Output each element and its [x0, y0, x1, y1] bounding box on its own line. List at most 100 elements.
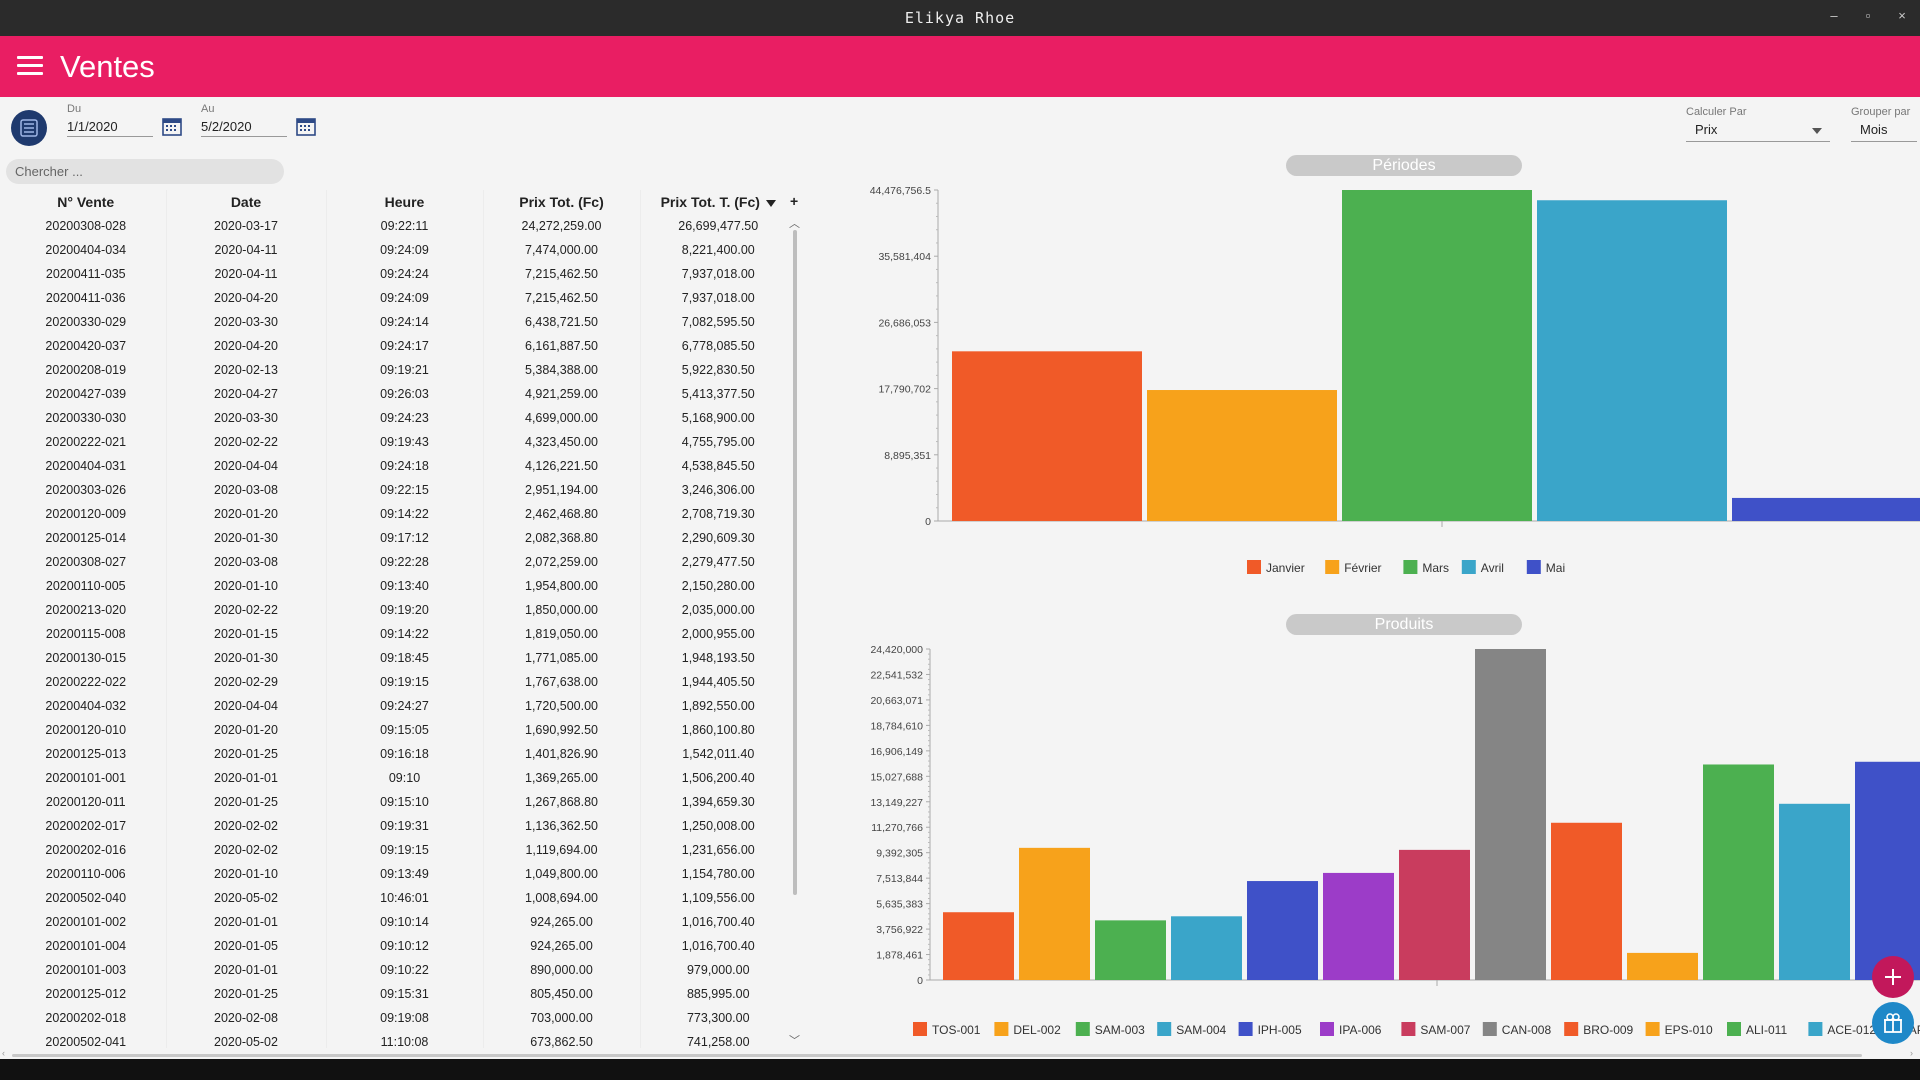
- table-row[interactable]: 20200222-022 2020-02-29 09:19:15 1,767,638.…: [6, 670, 796, 694]
- table-cell: 2020-04-11: [165, 238, 326, 262]
- maximize-icon[interactable]: ▫: [1860, 8, 1876, 24]
- scroll-left-icon[interactable]: ‹: [2, 1048, 5, 1058]
- table-row[interactable]: 20200125-012 2020-01-25 09:15:31 805,450.00…: [6, 982, 796, 1006]
- table-row[interactable]: 20200120-009 2020-01-20 09:14:22 2,462,468.…: [6, 502, 796, 526]
- table-cell: 20200213-020: [45, 603, 127, 617]
- table-cell: 2,951,194.00: [482, 478, 640, 502]
- table-row[interactable]: 20200110-006 2020-01-10 09:13:49 1,049,800.…: [6, 862, 796, 886]
- table-row[interactable]: 20200308-027 2020-03-08 09:22:28 2,072,259.…: [6, 550, 796, 574]
- search-input[interactable]: [6, 159, 284, 184]
- bar-mars[interactable]: [1342, 190, 1532, 521]
- scroll-down-icon[interactable]: ﹀: [789, 1032, 800, 1048]
- to-date-field[interactable]: [201, 117, 287, 137]
- table-row[interactable]: 20200308-028 2020-03-17 09:22:11 24,272,259…: [6, 214, 796, 238]
- bar-iph-005[interactable]: [1247, 881, 1318, 980]
- calendar-icon[interactable]: [296, 116, 316, 136]
- table-row[interactable]: 20200404-031 2020-04-04 09:24:18 4,126,221.…: [6, 454, 796, 478]
- col-header-date[interactable]: Date: [165, 190, 326, 214]
- calendar-icon[interactable]: [162, 116, 182, 136]
- table-cell: 09:10:12: [325, 934, 483, 958]
- table-row[interactable]: 20200502-041 2020-05-02 11:10:08 673,862.50…: [6, 1030, 796, 1048]
- table-row[interactable]: 20200213-020 2020-02-22 09:19:20 1,850,000.…: [6, 598, 796, 622]
- y-tick-label: 9,392,305: [876, 848, 923, 860]
- bar-tos-001[interactable]: [943, 912, 1014, 980]
- scroll-up-icon[interactable]: ︿: [789, 215, 800, 231]
- add-button[interactable]: [1872, 956, 1914, 998]
- table-scrollbar[interactable]: [793, 230, 797, 895]
- menu-icon[interactable]: [17, 56, 43, 76]
- legend-label: Mars: [1422, 561, 1449, 575]
- table-row[interactable]: 20200110-005 2020-01-10 09:13:40 1,954,800.…: [6, 574, 796, 598]
- bar-app-[interactable]: [1855, 761, 1920, 980]
- table-row[interactable]: 20200404-034 2020-04-11 09:24:09 7,474,000.…: [6, 238, 796, 262]
- legend-label: Mai: [1546, 561, 1565, 575]
- bar-ali-011[interactable]: [1703, 764, 1774, 980]
- table-row[interactable]: 20200130-015 2020-01-30 09:18:45 1,771,085.…: [6, 646, 796, 670]
- bar-can-008[interactable]: [1475, 649, 1546, 980]
- table-cell: 1,767,638.00: [482, 670, 640, 694]
- bar-bro-009[interactable]: [1551, 822, 1622, 980]
- table-row[interactable]: 20200101-002 2020-01-01 09:10:14 924,265.00…: [6, 910, 796, 934]
- table-row[interactable]: 20200303-026 2020-03-08 09:22:15 2,951,194.…: [6, 478, 796, 502]
- table-cell: 09:24:17: [325, 334, 483, 358]
- table-row[interactable]: 20200420-037 2020-04-20 09:24:17 6,161,887.…: [6, 334, 796, 358]
- bar-mai[interactable]: [1732, 497, 1920, 521]
- from-date-field[interactable]: [67, 117, 153, 137]
- table-row[interactable]: 20200101-004 2020-01-05 09:10:12 924,265.00…: [6, 934, 796, 958]
- bar-eps-010[interactable]: [1627, 952, 1698, 980]
- table-row[interactable]: 20200101-001 2020-01-01 09:10 1,369,265.00 1…: [6, 766, 796, 790]
- sales-table: N° Vente Date Heure Prix Tot. (Fc) Prix …: [6, 190, 806, 1048]
- group-by-select[interactable]: Mois: [1851, 120, 1917, 142]
- col-header-time[interactable]: Heure: [325, 190, 483, 214]
- table-row[interactable]: 20200411-036 2020-04-20 09:24:09 7,215,462.…: [6, 286, 796, 310]
- legend-label: ALI-011: [1746, 1023, 1787, 1037]
- table-row[interactable]: 20200125-013 2020-01-25 09:16:18 1,401,826.…: [6, 742, 796, 766]
- bar-ipa-006[interactable]: [1323, 872, 1394, 980]
- sort-desc-icon[interactable]: [765, 199, 776, 207]
- table-cell: 2020-01-10: [165, 574, 326, 598]
- table-row[interactable]: 20200202-016 2020-02-02 09:19:15 1,119,694.…: [6, 838, 796, 862]
- scroll-right-icon[interactable]: ›: [1910, 1048, 1913, 1058]
- table-row[interactable]: 20200222-021 2020-02-22 09:19:43 4,323,450.…: [6, 430, 796, 454]
- bar-janvier[interactable]: [952, 351, 1142, 521]
- gift-button[interactable]: [1872, 1002, 1914, 1044]
- horizontal-scroll-thumb[interactable]: [12, 1054, 1862, 1057]
- bar-sam-007[interactable]: [1399, 849, 1470, 980]
- y-tick-label: 15,027,688: [870, 771, 923, 783]
- table-cell: 1,008,694.00: [482, 886, 640, 910]
- add-column-button[interactable]: +: [790, 193, 798, 209]
- minimize-icon[interactable]: –: [1826, 8, 1842, 24]
- close-icon[interactable]: ×: [1894, 8, 1910, 24]
- table-row[interactable]: 20200502-040 2020-05-02 10:46:01 1,008,694.…: [6, 886, 796, 910]
- table-row[interactable]: 20200202-018 2020-02-08 09:19:08 703,000.00…: [6, 1006, 796, 1030]
- table-cell: 1,860,100.80: [639, 718, 796, 742]
- bar-avril[interactable]: [1537, 200, 1727, 521]
- bar-février[interactable]: [1147, 390, 1337, 521]
- bar-del-002[interactable]: [1019, 847, 1090, 980]
- table-row[interactable]: 20200330-029 2020-03-30 09:24:14 6,438,721.…: [6, 310, 796, 334]
- bar-ace-012[interactable]: [1779, 803, 1850, 980]
- col-header-total-price-ttc[interactable]: Prix Tot. T. (Fc): [639, 190, 796, 214]
- table-cell: 09:15:31: [325, 982, 483, 1006]
- bar-sam-004[interactable]: [1171, 916, 1242, 980]
- col-header-sale-number[interactable]: N° Vente: [6, 190, 166, 214]
- bar-sam-003[interactable]: [1095, 920, 1166, 980]
- table-row[interactable]: 20200202-017 2020-02-02 09:19:31 1,136,362.…: [6, 814, 796, 838]
- table-cell: 924,265.00: [482, 910, 640, 934]
- col-header-total-price[interactable]: Prix Tot. (Fc): [482, 190, 640, 214]
- horizontal-scrollbar[interactable]: ‹ ›: [0, 1048, 1920, 1059]
- table-cell: 26,699,477.50: [639, 214, 796, 238]
- table-row[interactable]: 20200115-008 2020-01-15 09:14:22 1,819,050.…: [6, 622, 796, 646]
- table-row[interactable]: 20200208-019 2020-02-13 09:19:21 5,384,388.…: [6, 358, 796, 382]
- table-row[interactable]: 20200404-032 2020-04-04 09:24:27 1,720,500.…: [6, 694, 796, 718]
- table-row[interactable]: 20200330-030 2020-03-30 09:24:23 4,699,000.…: [6, 406, 796, 430]
- calc-by-select[interactable]: Prix: [1686, 120, 1830, 142]
- legend-item: Mars: [1403, 560, 1449, 575]
- table-row[interactable]: 20200125-014 2020-01-30 09:17:12 2,082,368.…: [6, 526, 796, 550]
- list-icon[interactable]: [11, 110, 47, 146]
- table-row[interactable]: 20200411-035 2020-04-11 09:24:24 7,215,462.…: [6, 262, 796, 286]
- table-row[interactable]: 20200120-010 2020-01-20 09:15:05 1,690,992.…: [6, 718, 796, 742]
- table-row[interactable]: 20200101-003 2020-01-01 09:10:22 890,000.00…: [6, 958, 796, 982]
- table-row[interactable]: 20200120-011 2020-01-25 09:15:10 1,267,868.…: [6, 790, 796, 814]
- table-row[interactable]: 20200427-039 2020-04-27 09:26:03 4,921,259.…: [6, 382, 796, 406]
